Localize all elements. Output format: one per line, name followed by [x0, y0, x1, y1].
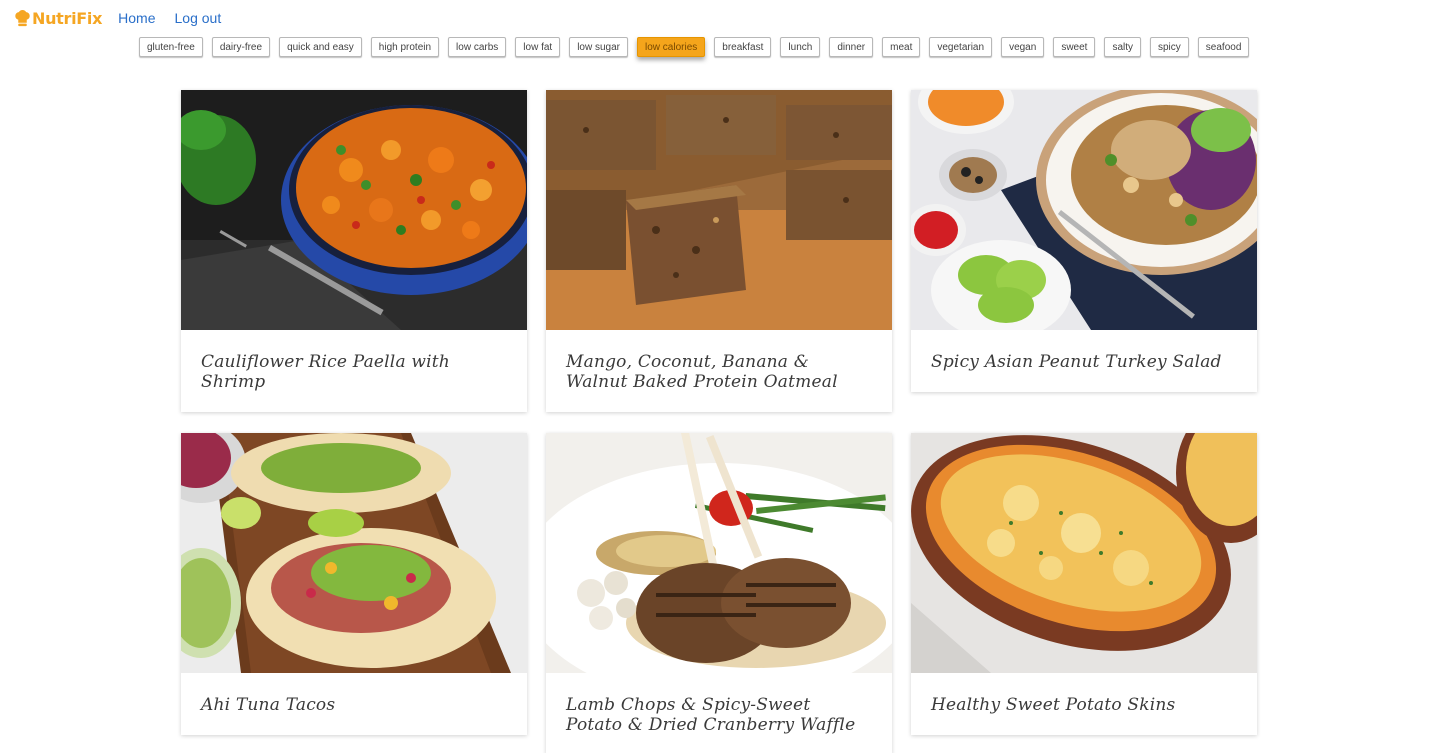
brand-logo-link[interactable]: NutriFix: [14, 9, 102, 28]
recipe-card[interactable]: Healthy Sweet Potato Skins: [911, 433, 1257, 735]
tag-low-calories[interactable]: low calories: [637, 37, 706, 57]
tag-lunch[interactable]: lunch: [780, 37, 821, 57]
recipe-card[interactable]: Ahi Tuna Tacos: [181, 433, 527, 735]
recipe-title: Ahi Tuna Tacos: [201, 695, 336, 715]
tag-salty[interactable]: salty: [1104, 37, 1141, 57]
recipe-title: Lamb Chops & Spicy-Sweet Potato & Dried …: [566, 695, 856, 735]
tag-low-sugar[interactable]: low sugar: [569, 37, 629, 57]
tag-spicy[interactable]: spicy: [1150, 37, 1189, 57]
recipe-card[interactable]: Mango, Coconut, Banana & Walnut Baked Pr…: [546, 90, 892, 412]
tag-vegetarian[interactable]: vegetarian: [929, 37, 993, 57]
tag-high-protein[interactable]: high protein: [370, 37, 440, 57]
tag-gluten-free[interactable]: gluten-free: [139, 37, 203, 57]
tag-dairy-free[interactable]: dairy-free: [211, 37, 271, 57]
recipe-card[interactable]: Lamb Chops & Spicy-Sweet Potato & Dried …: [546, 433, 892, 753]
recipe-image-salad: [911, 90, 1257, 330]
recipe-title: Mango, Coconut, Banana & Walnut Baked Pr…: [566, 352, 838, 392]
filter-tag-bar: gluten-free dairy-free quick and easy hi…: [139, 37, 1258, 57]
recipe-title: Spicy Asian Peanut Turkey Salad: [931, 352, 1222, 372]
tag-seafood[interactable]: seafood: [1197, 37, 1250, 57]
brand-name: NutriFix: [32, 8, 103, 28]
recipe-card[interactable]: Cauliflower Rice Paella with Shrimp: [181, 90, 527, 412]
tag-sweet[interactable]: sweet: [1053, 37, 1096, 57]
tag-quick-and-easy[interactable]: quick and easy: [279, 37, 362, 57]
top-nav: NutriFix Home Log out: [0, 0, 1430, 36]
recipe-image-tacos: [181, 433, 527, 673]
recipe-card[interactable]: Spicy Asian Peanut Turkey Salad: [911, 90, 1257, 392]
nav-home-link[interactable]: Home: [118, 10, 155, 26]
recipe-image-paella: [181, 90, 527, 330]
recipe-image-lamb: [546, 433, 892, 673]
nav-logout-link[interactable]: Log out: [175, 10, 222, 26]
tag-low-fat[interactable]: low fat: [515, 37, 561, 57]
tag-breakfast[interactable]: breakfast: [714, 37, 772, 57]
recipe-title: Healthy Sweet Potato Skins: [931, 695, 1176, 715]
tag-dinner[interactable]: dinner: [829, 37, 874, 57]
recipe-image-oatmeal: [546, 90, 892, 330]
recipe-title: Cauliflower Rice Paella with Shrimp: [201, 352, 450, 392]
tag-vegan[interactable]: vegan: [1001, 37, 1045, 57]
tag-meat[interactable]: meat: [882, 37, 921, 57]
chef-hat-icon: [15, 9, 30, 26]
tag-low-carbs[interactable]: low carbs: [448, 37, 507, 57]
recipe-image-sweet-potato: [911, 433, 1257, 673]
